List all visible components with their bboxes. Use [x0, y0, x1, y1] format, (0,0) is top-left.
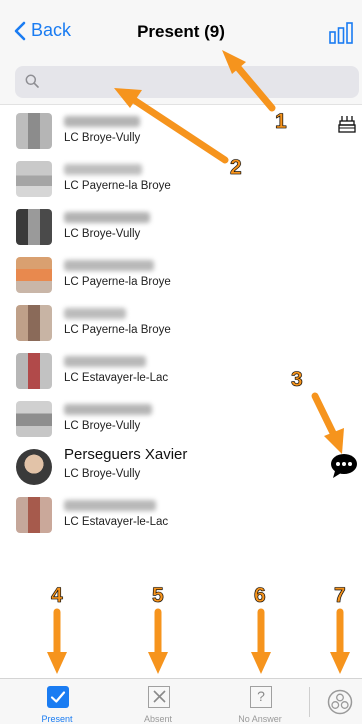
tab-label: Present: [41, 714, 73, 724]
blurred-member-name: [64, 404, 152, 415]
groups-circle-icon[interactable]: [327, 689, 353, 715]
annotation-number: 1: [275, 110, 287, 134]
member-club: LC Payerne-la Broye: [64, 180, 171, 192]
avatar: [16, 113, 52, 149]
avatar: [16, 305, 52, 341]
list-item[interactable]: LC Payerne-la Broye: [0, 250, 362, 298]
list-item[interactable]: LC Payerne-la Broye: [0, 154, 362, 202]
list-item[interactable]: LC Payerne-la Broye: [0, 298, 362, 346]
avatar: [16, 257, 52, 293]
tab-divider: [309, 687, 310, 717]
tab-label: No Answer: [238, 714, 282, 724]
list-item[interactable]: LC Broye-Vully: [0, 106, 362, 154]
annotation-number: 2: [230, 156, 242, 180]
annotation-number: 4: [51, 584, 63, 608]
checkbox-checked-icon: [47, 686, 69, 708]
tab-absent[interactable]: Absent: [113, 679, 203, 724]
member-club: LC Broye-Vully: [64, 228, 141, 240]
avatar: [16, 209, 52, 245]
blurred-member-name: [64, 308, 126, 319]
annotation-number: 6: [254, 584, 266, 608]
birthday-cake-icon: [338, 116, 356, 133]
list-item[interactable]: LC Estavayer-le-Lac: [0, 346, 362, 394]
member-club: LC Estavayer-le-Lac: [64, 372, 169, 384]
blurred-member-name: [64, 356, 146, 367]
list-item[interactable]: LC Estavayer-le-Lac: [0, 490, 362, 538]
blurred-member-name: [64, 164, 142, 175]
avatar: [16, 497, 52, 533]
blurred-member-name: [64, 260, 154, 271]
member-club: LC Broye-Vully: [64, 420, 141, 432]
annotation-number: 7: [334, 584, 346, 608]
tab-no-answer[interactable]: ? No Answer: [215, 679, 305, 724]
member-club: LC Estavayer-le-Lac: [64, 516, 169, 528]
tab-present[interactable]: Present: [12, 679, 102, 724]
navigation-bar: Back Present (9): [0, 0, 362, 60]
list-item[interactable]: LC Broye-Vully: [0, 394, 362, 442]
tab-label: Absent: [143, 714, 173, 724]
member-club: LC Broye-Vully: [64, 132, 141, 144]
avatar: [16, 401, 52, 437]
tab-bar: Present Absent ? No Answer: [0, 678, 362, 724]
page-title: Present (9): [137, 22, 225, 41]
avatar: [16, 449, 52, 485]
list-item[interactable]: LC Broye-Vully: [0, 202, 362, 250]
blurred-member-name: [64, 116, 140, 127]
search-input[interactable]: [15, 66, 359, 98]
search-bar-container: [0, 60, 362, 105]
chat-bubble-icon[interactable]: [330, 453, 358, 479]
checkbox-x-icon: [148, 686, 170, 708]
annotation-number: 5: [152, 584, 164, 608]
search-icon: [25, 74, 39, 88]
member-club: LC Broye-Vully: [64, 468, 141, 480]
avatar: [16, 353, 52, 389]
list-item[interactable]: Perseguers Xavier LC Broye-Vully: [0, 442, 362, 490]
member-name: Perseguers Xavier: [64, 446, 188, 463]
avatar: [16, 161, 52, 197]
checkbox-question-icon: ?: [250, 686, 272, 708]
member-club: LC Payerne-la Broye: [64, 276, 171, 288]
annotation-number: 3: [291, 368, 303, 392]
blurred-member-name: [64, 212, 150, 223]
bar-chart-icon[interactable]: [329, 22, 353, 44]
member-club: LC Payerne-la Broye: [64, 324, 171, 336]
blurred-member-name: [64, 500, 156, 511]
